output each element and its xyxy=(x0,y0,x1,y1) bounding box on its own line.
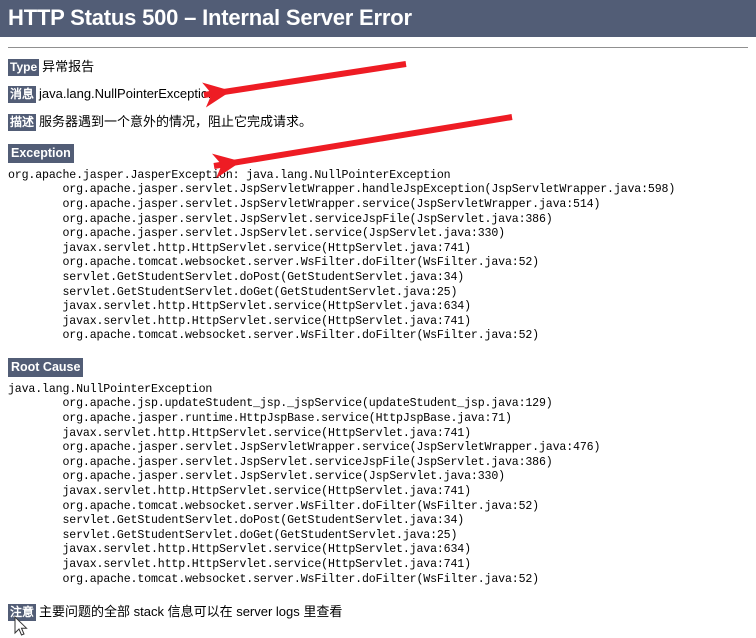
field-description: 描述 服务器遇到一个意外的情况，阻止它完成请求。 xyxy=(8,113,748,131)
exception-stack-trace: org.apache.jasper.JasperException: java.… xyxy=(8,168,676,343)
header-divider xyxy=(8,47,748,48)
field-message-label: 消息 xyxy=(8,86,37,104)
note-line: 注意 主要问题的全部 stack 信息可以在 server logs 里查看 xyxy=(8,601,748,622)
field-message-value: java.lang.NullPointerException xyxy=(39,86,216,102)
field-type-label: Type xyxy=(8,59,40,76)
field-type-value: 异常报告 xyxy=(42,59,95,74)
page-title: HTTP Status 500 – Internal Server Error xyxy=(0,0,756,37)
root-cause-stack-trace: java.lang.NullPointerException org.apach… xyxy=(8,382,601,586)
exception-heading-label: Exception xyxy=(8,143,74,163)
field-message: 消息 java.lang.NullPointerException xyxy=(8,86,748,104)
note-text: 主要问题的全部 stack 信息可以在 server logs 里查看 xyxy=(39,604,343,620)
exception-heading: Exception xyxy=(8,143,748,163)
root-cause-heading: Root Cause xyxy=(8,357,748,377)
note-label: 注意 xyxy=(8,604,37,622)
field-type: Type 异常报告 xyxy=(8,59,748,76)
field-description-label: 描述 xyxy=(8,113,37,131)
field-description-value: 服务器遇到一个意外的情况，阻止它完成请求。 xyxy=(39,113,313,129)
root-cause-heading-label: Root Cause xyxy=(8,357,84,377)
error-report-body: Type 异常报告 消息 java.lang.NullPointerExceptio… xyxy=(0,59,756,622)
